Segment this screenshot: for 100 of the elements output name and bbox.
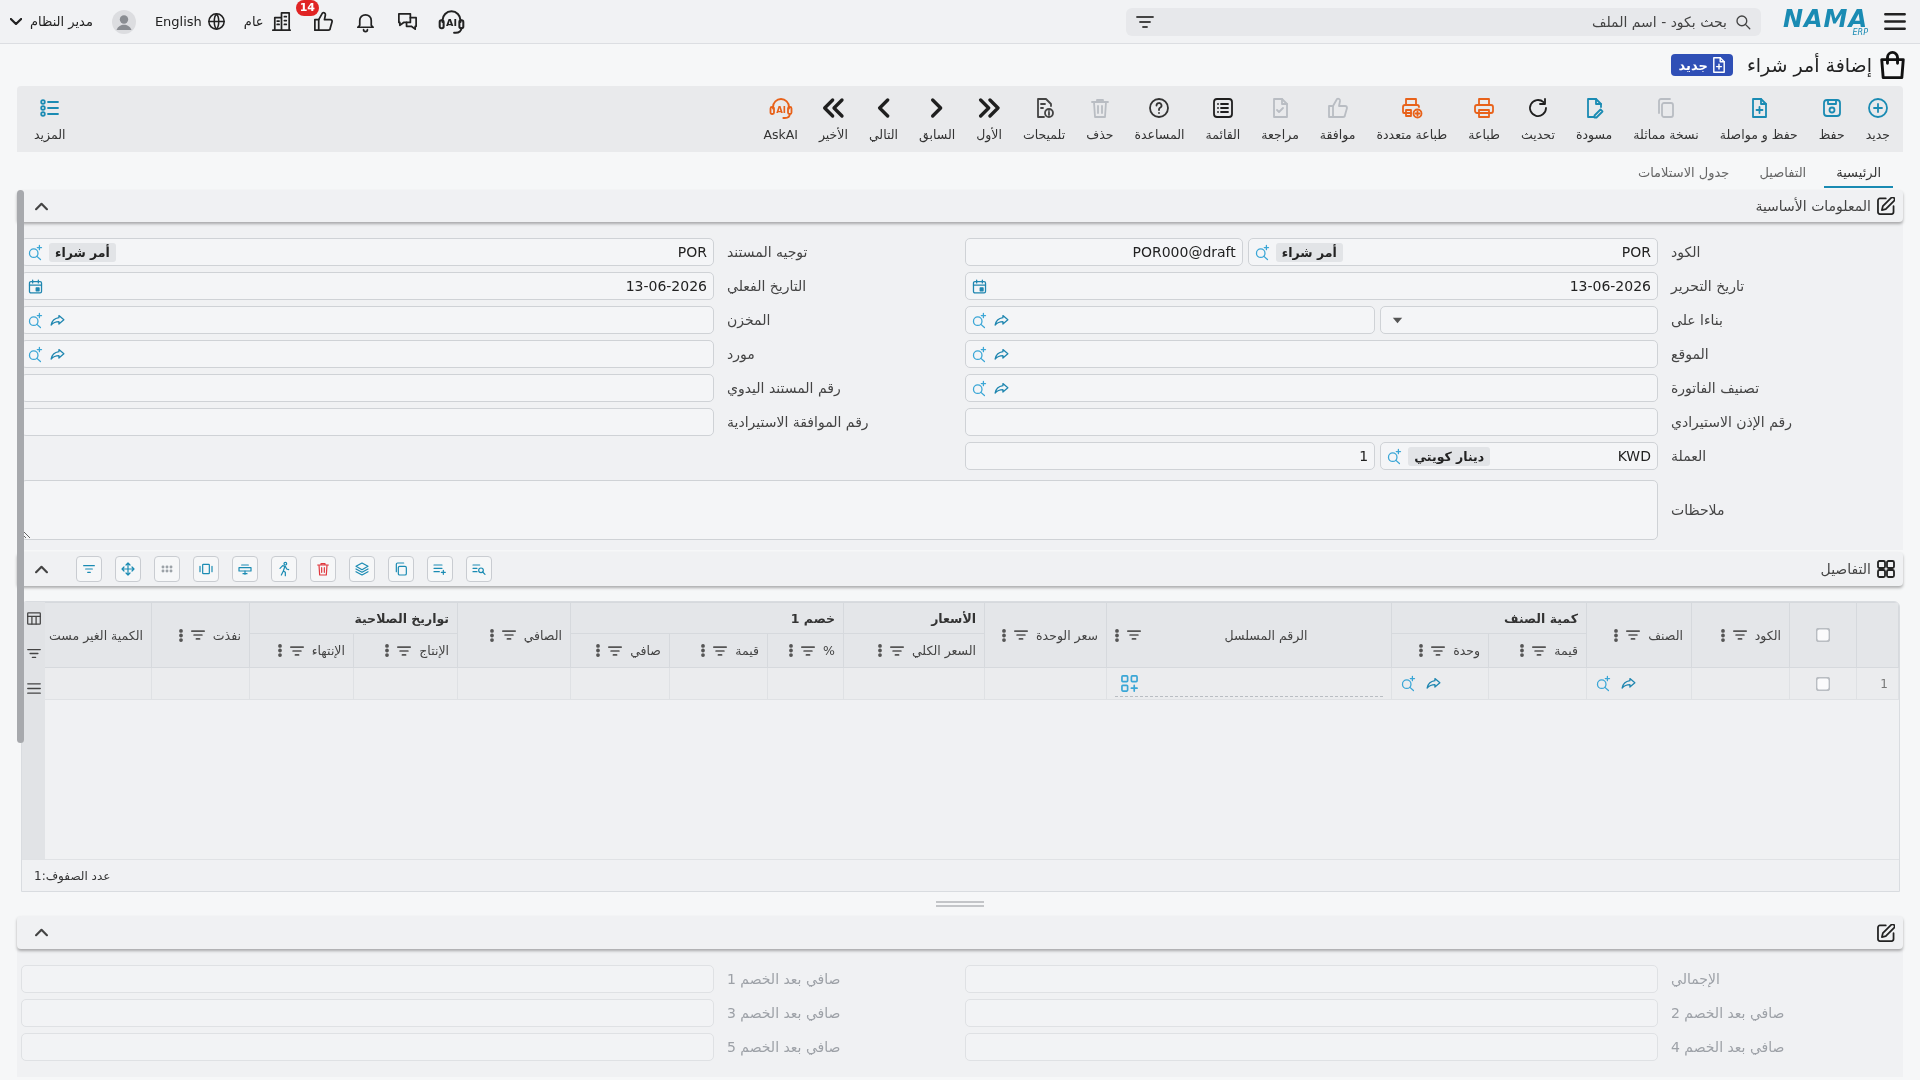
search-plus-icon[interactable]	[971, 379, 988, 397]
kebab-menu-icon[interactable]	[489, 628, 494, 642]
lookup-field[interactable]	[965, 306, 1376, 334]
thumbs-up-icon[interactable]	[311, 10, 335, 33]
toolbar-button[interactable]: الأول	[967, 92, 1011, 146]
filter-icon[interactable]	[1626, 630, 1641, 640]
kebab-menu-icon[interactable]	[789, 644, 794, 657]
column-header[interactable]: السعر الكلي	[911, 643, 976, 658]
kebab-menu-icon[interactable]	[1720, 628, 1725, 642]
grid-tool-button[interactable]	[310, 556, 336, 582]
filter-icon[interactable]	[1431, 645, 1446, 656]
user-menu[interactable]: مدير النظام	[10, 14, 93, 29]
select-all-checkbox[interactable]	[1816, 628, 1830, 642]
toolbar-button[interactable]: مسودة	[1566, 92, 1622, 146]
toolbar-button[interactable]: المزيد	[25, 92, 75, 146]
filter-icon[interactable]	[26, 647, 41, 660]
lookup-field[interactable]	[965, 374, 1658, 402]
row-checkbox[interactable]	[1816, 676, 1830, 691]
filter-icon[interactable]	[1532, 645, 1547, 656]
grid-tool-button[interactable]	[193, 556, 219, 582]
filter-icon[interactable]	[608, 645, 623, 656]
toolbar-button[interactable]: تلميحات	[1013, 92, 1075, 146]
input-field[interactable]: POR000@draft	[965, 238, 1243, 266]
kebab-menu-icon[interactable]	[277, 644, 282, 657]
calendar-icon[interactable]	[27, 277, 44, 295]
toolbar-button[interactable]: حفظ و مواصلة	[1710, 92, 1807, 146]
filter-icon[interactable]	[501, 630, 516, 640]
table-cell[interactable]	[151, 667, 250, 700]
column-header[interactable]: الإنتهاء	[311, 643, 345, 658]
lookup-field[interactable]	[21, 306, 714, 334]
filter-icon[interactable]	[190, 630, 205, 640]
filter-icon[interactable]	[1135, 15, 1154, 28]
kebab-menu-icon[interactable]	[1115, 628, 1119, 642]
input-field[interactable]: 1	[965, 442, 1376, 470]
company-button[interactable]: عام	[243, 10, 293, 33]
menu-icon[interactable]	[1884, 13, 1906, 30]
column-header[interactable]: %	[823, 643, 835, 658]
input-field[interactable]	[965, 408, 1658, 436]
table-cell[interactable]	[843, 667, 985, 700]
kebab-menu-icon[interactable]	[1002, 628, 1007, 642]
kebab-menu-icon[interactable]	[701, 644, 706, 657]
search-plus-icon[interactable]	[1400, 675, 1417, 692]
grid-tool-button[interactable]	[76, 556, 102, 582]
filter-icon[interactable]	[713, 645, 728, 656]
kebab-menu-icon[interactable]	[596, 644, 601, 657]
search-plus-icon[interactable]	[971, 345, 988, 363]
input-field[interactable]	[21, 408, 714, 436]
column-header[interactable]: الإنتاج	[419, 643, 449, 658]
table-cell[interactable]	[767, 667, 844, 700]
kebab-menu-icon[interactable]	[1419, 644, 1424, 657]
tab[interactable]: التفاصيل	[1747, 158, 1819, 188]
column-header[interactable]: سعر الوحدة	[1036, 627, 1098, 643]
toolbar-button[interactable]: السابق	[910, 92, 965, 146]
grid-tool-button[interactable]	[154, 556, 180, 582]
resize-handle[interactable]	[936, 901, 984, 907]
table-cell[interactable]	[457, 667, 571, 700]
kebab-menu-icon[interactable]	[385, 644, 390, 657]
column-header[interactable]: نفذت	[212, 627, 241, 643]
toolbar-button[interactable]: حفظ	[1809, 92, 1854, 146]
column-header[interactable]: صافي	[630, 643, 661, 658]
column-header[interactable]: قيمة	[1554, 643, 1578, 658]
forward-arrow-icon[interactable]	[1620, 675, 1637, 692]
grid-tool-button[interactable]	[349, 556, 375, 582]
menu-icon[interactable]	[26, 682, 41, 695]
filter-icon[interactable]	[889, 645, 904, 656]
kebab-menu-icon[interactable]	[178, 628, 183, 642]
column-header[interactable]: الصنف	[1648, 627, 1683, 643]
scrollbar-thumb[interactable]	[17, 190, 24, 743]
filter-icon[interactable]	[801, 645, 816, 656]
filter-icon[interactable]	[397, 645, 412, 656]
column-header[interactable]: وحدة	[1453, 643, 1480, 658]
kebab-menu-icon[interactable]	[1614, 628, 1619, 642]
grid-tool-button[interactable]	[115, 556, 141, 582]
kebab-menu-icon[interactable]	[877, 644, 882, 657]
table-icon[interactable]	[26, 612, 41, 625]
chat-icon[interactable]	[395, 10, 419, 33]
language-button[interactable]: English	[154, 13, 225, 30]
search-plus-icon[interactable]	[971, 311, 988, 329]
grid-plus-icon[interactable]	[1121, 674, 1138, 692]
forward-arrow-icon[interactable]	[1425, 675, 1442, 692]
chevron-up-icon[interactable]	[35, 201, 48, 211]
table-cell[interactable]	[570, 667, 670, 700]
grid-tool-button[interactable]	[271, 556, 297, 582]
tab[interactable]: الرئيسية	[1824, 158, 1893, 188]
grid-tool-button[interactable]	[466, 556, 492, 582]
toolbar-button[interactable]: المساعدة	[1125, 92, 1194, 146]
filter-icon[interactable]	[1732, 630, 1747, 640]
search-plus-icon[interactable]	[27, 311, 44, 329]
table-cell[interactable]	[249, 667, 354, 700]
toolbar-button[interactable]: تحديث	[1512, 92, 1564, 146]
chevron-up-icon[interactable]	[35, 928, 48, 937]
table-cell[interactable]	[1391, 667, 1489, 700]
kebab-menu-icon[interactable]	[1520, 644, 1525, 657]
table-cell[interactable]	[984, 667, 1107, 700]
lookup-field[interactable]	[21, 340, 714, 368]
toolbar-button[interactable]: جديد	[1856, 92, 1899, 146]
table-cell[interactable]	[1106, 667, 1392, 700]
toolbar-button[interactable]: الأخير	[809, 92, 857, 146]
search-plus-icon[interactable]	[27, 243, 44, 261]
toolbar-button[interactable]: القائمة	[1196, 92, 1250, 146]
